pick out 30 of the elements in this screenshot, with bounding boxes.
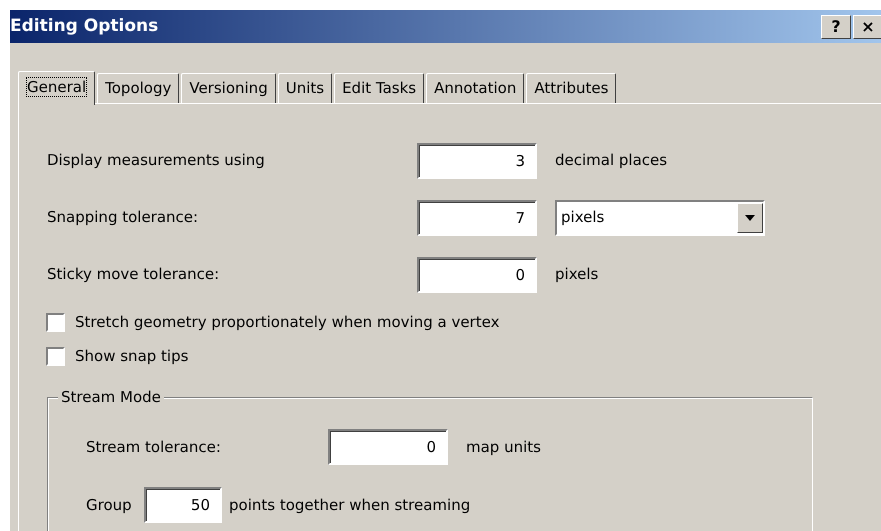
field-label: Display measurements using bbox=[47, 150, 266, 172]
field-label: Snapping tolerance: bbox=[47, 207, 200, 228]
unit-label: pixels bbox=[555, 264, 598, 286]
tab[interactable]: Versioning bbox=[181, 72, 276, 103]
help-button[interactable]: ? bbox=[821, 14, 851, 38]
unit-label: map units bbox=[466, 436, 541, 458]
close-button[interactable]: × bbox=[853, 14, 881, 38]
tab[interactable]: Units bbox=[278, 72, 332, 103]
input-field[interactable]: 3 bbox=[417, 142, 537, 178]
tab[interactable]: Edit Tasks bbox=[334, 72, 424, 103]
input-field[interactable]: 7 bbox=[417, 200, 537, 236]
field-label: Group bbox=[86, 494, 133, 516]
field-label: Sticky move tolerance: bbox=[47, 264, 220, 286]
input-field[interactable]: 0 bbox=[417, 256, 537, 292]
checkbox-label: Stretch geometry proportionately when moving a vertex bbox=[75, 312, 500, 333]
input-field[interactable]: 0 bbox=[328, 429, 448, 465]
field-label: points together when streaming bbox=[229, 494, 470, 516]
dropdown[interactable]: pixels bbox=[555, 200, 765, 236]
dropdown-value: pixels bbox=[561, 207, 604, 228]
input-field[interactable]: 50 bbox=[144, 487, 222, 523]
unit-label: decimal places bbox=[555, 150, 668, 172]
checkbox[interactable] bbox=[46, 346, 65, 366]
window-title: Editing Options bbox=[10, 14, 158, 38]
tab[interactable]: Annotation bbox=[426, 72, 524, 103]
field-label: Stream tolerance: bbox=[86, 436, 222, 458]
checkbox[interactable] bbox=[46, 312, 65, 332]
checkbox-label: Show snap tips bbox=[75, 346, 188, 367]
tab[interactable]: Topology bbox=[97, 72, 180, 103]
tab[interactable]: Attributes bbox=[526, 72, 616, 103]
tab[interactable]: General bbox=[18, 70, 96, 105]
